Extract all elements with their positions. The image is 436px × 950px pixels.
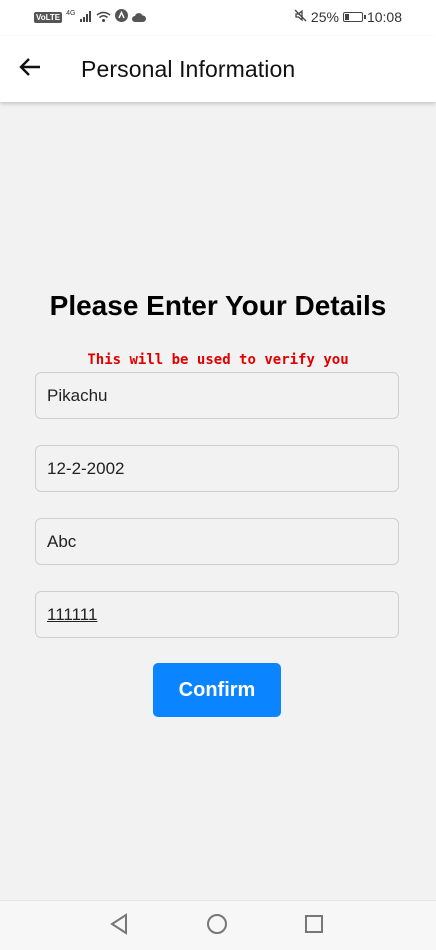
address-field[interactable]: Abc [35, 518, 399, 565]
triangle-back-icon [109, 912, 129, 940]
status-left: VoLTE 4G [34, 9, 146, 25]
status-right: 25% 10:08 [294, 9, 402, 25]
address-value: Abc [47, 531, 77, 551]
wifi-icon [96, 9, 111, 25]
signal-icon [79, 9, 92, 25]
form-heading: Please Enter Your Details [49, 290, 387, 321]
nav-recents-button[interactable] [301, 913, 327, 939]
square-recents-icon [304, 914, 324, 939]
app-bar: Personal Information [0, 36, 436, 102]
volte-badge: VoLTE [34, 11, 63, 23]
system-nav-bar [0, 900, 436, 950]
arrow-left-icon [19, 57, 41, 82]
id-number-value: 111111 [47, 604, 98, 624]
battery-percent: 25% [310, 9, 339, 25]
back-button[interactable] [14, 53, 46, 85]
date-of-birth-field[interactable]: 12-2-2002 [35, 445, 399, 492]
circle-home-icon [206, 913, 228, 940]
confirm-button[interactable]: Confirm [153, 663, 281, 717]
network-type: 4G [66, 9, 76, 17]
name-field[interactable]: Pikachu [35, 372, 399, 419]
nav-back-button[interactable] [106, 912, 132, 940]
cloud-icon [131, 9, 146, 25]
form-subtitle: This will be used to verify you [87, 352, 349, 368]
battery-icon [342, 12, 366, 22]
nav-app-icon [114, 9, 128, 25]
battery-fill [344, 14, 350, 20]
id-number-field[interactable]: 111111 [35, 591, 399, 638]
name-value: Pikachu [47, 385, 108, 405]
date-of-birth-value: 12-2-2002 [47, 458, 125, 478]
status-bar: VoLTE 4G 25% 10:08 [0, 0, 436, 36]
clock: 10:08 [366, 9, 402, 25]
mute-icon [294, 9, 307, 25]
page-title: Personal Information [81, 56, 296, 82]
screen: VoLTE 4G 25% 10:08 Personal Information … [0, 0, 436, 950]
nav-home-button[interactable] [204, 913, 230, 939]
